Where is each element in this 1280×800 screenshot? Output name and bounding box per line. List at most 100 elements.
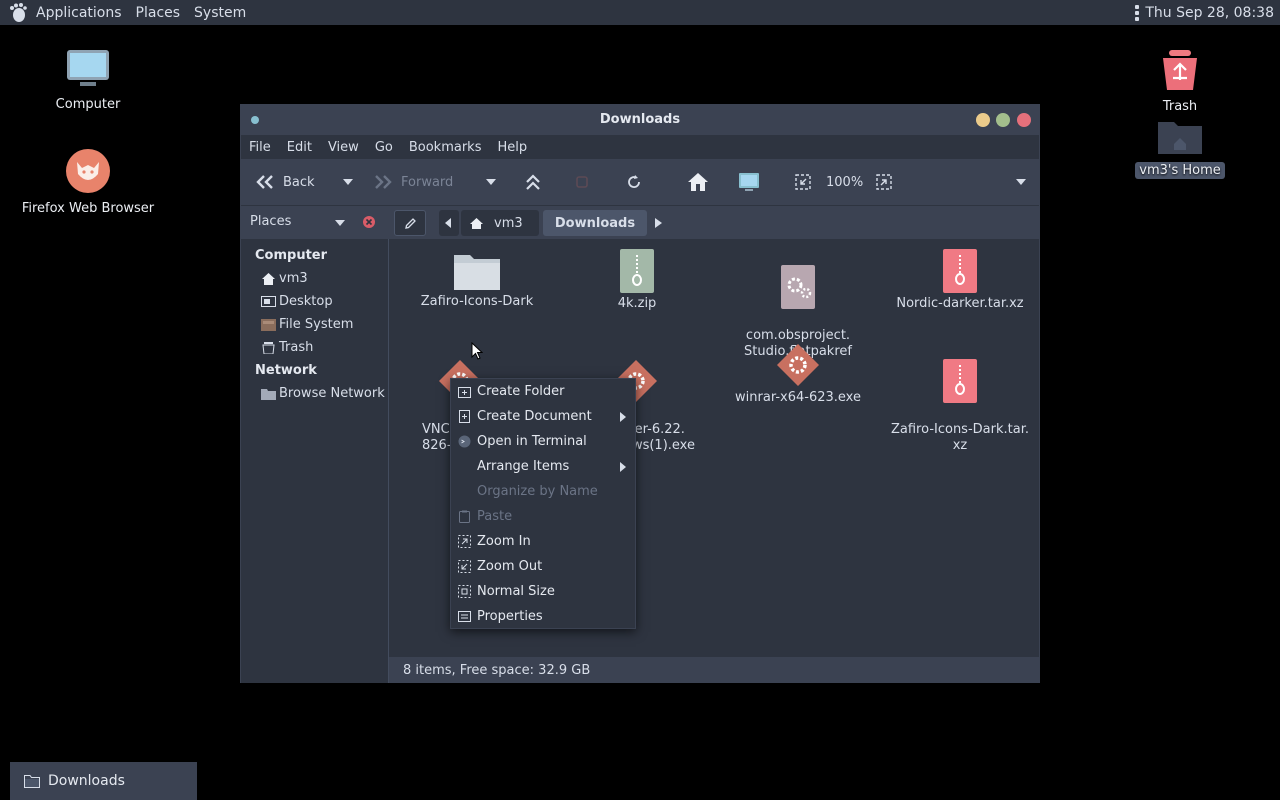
- close-button[interactable]: [1017, 113, 1031, 127]
- desktop-computer[interactable]: Computer: [13, 48, 163, 113]
- computer-button[interactable]: [738, 159, 760, 205]
- sidebar-item-trash[interactable]: Trash: [261, 340, 313, 355]
- sidebar-item-file-system[interactable]: File System: [261, 317, 353, 332]
- archive-file-icon: [943, 359, 977, 403]
- panel-handle-icon: [1135, 4, 1140, 21]
- menu-item-zoom-out[interactable]: Zoom Out: [451, 554, 635, 579]
- home-button[interactable]: [687, 159, 709, 205]
- menu-edit[interactable]: Edit: [279, 140, 320, 155]
- bottom-panel: Downloads: [0, 762, 1280, 800]
- places-selector-label: Places: [250, 214, 292, 229]
- places-menu[interactable]: Places: [129, 5, 188, 21]
- trash-icon: [1163, 50, 1197, 90]
- path-scroll-right[interactable]: [649, 210, 669, 236]
- path-downloads-label: Downloads: [554, 215, 636, 231]
- chevron-down-icon[interactable]: [334, 219, 346, 227]
- menu-item-normal-size[interactable]: Normal Size: [451, 579, 635, 604]
- path-button-downloads[interactable]: Downloads: [543, 210, 647, 236]
- paste-icon: [459, 510, 470, 523]
- clock[interactable]: Thu Sep 28, 08:38: [1145, 5, 1274, 21]
- back-icon: [256, 175, 273, 189]
- menu-item-create-document[interactable]: Create Document: [451, 404, 635, 429]
- drive-icon: [261, 318, 276, 331]
- taskbar-button-label: Downloads: [48, 773, 125, 789]
- zoom-out-icon: [458, 560, 471, 573]
- desktop-trash[interactable]: Trash: [1105, 48, 1255, 115]
- toolbar-overflow-button[interactable]: [1015, 159, 1027, 205]
- desktop-home-label: vm3's Home: [1135, 162, 1225, 179]
- minimize-button[interactable]: [976, 113, 990, 127]
- zoom-in-button[interactable]: [876, 159, 892, 205]
- file-item[interactable]: 4k.zip: [562, 249, 712, 312]
- submenu-arrow-icon: [620, 412, 626, 422]
- maximize-button[interactable]: [996, 113, 1010, 127]
- desktop-firefox[interactable]: Firefox Web Browser: [13, 148, 163, 217]
- menu-item-paste[interactable]: Paste: [451, 504, 635, 529]
- path-scroll-left[interactable]: [439, 210, 459, 236]
- desktop-trash-label: Trash: [1162, 99, 1198, 114]
- sidebar-item-vm3[interactable]: vm3: [261, 271, 308, 286]
- properties-icon: [458, 611, 471, 622]
- path-button-vm3[interactable]: vm3: [461, 210, 539, 236]
- menu-item-label: Paste: [477, 509, 513, 524]
- stop-button[interactable]: [575, 159, 589, 205]
- home-icon: [688, 173, 708, 191]
- desktop-icon: [261, 295, 276, 307]
- top-panel: Applications Places System Thu Sep 28, 0…: [0, 0, 1280, 25]
- sidebar-item-desktop[interactable]: Desktop: [261, 294, 333, 309]
- menu-item-label: Create Folder: [477, 384, 565, 399]
- terminal-icon: [458, 435, 471, 448]
- stop-icon: [576, 176, 588, 188]
- home-icon: [470, 217, 483, 229]
- menu-go[interactable]: Go: [367, 140, 401, 155]
- forward-history-dropdown[interactable]: [485, 159, 497, 205]
- menu-item-create-folder[interactable]: Create Folder: [451, 379, 635, 404]
- file-item[interactable]: Zafiro-Icons-Dark.tar. xz: [885, 343, 1035, 454]
- file-name: VNC 826-: [422, 422, 452, 453]
- back-history-dropdown[interactable]: [342, 159, 354, 205]
- system-menu[interactable]: System: [187, 5, 253, 21]
- taskbar-button-downloads[interactable]: Downloads: [10, 762, 197, 800]
- desktop-computer-label: Computer: [55, 97, 121, 112]
- up-button[interactable]: [525, 159, 541, 205]
- menu-item-organize-by-name[interactable]: Organize by Name: [451, 479, 635, 504]
- home-folder-icon: [1158, 122, 1202, 154]
- file-name: winrar-x64-623.exe: [735, 390, 861, 405]
- back-button[interactable]: Back: [255, 159, 315, 205]
- close-sidebar-icon[interactable]: [362, 215, 376, 229]
- zoom-out-button[interactable]: [795, 159, 811, 205]
- gear-file-icon: [781, 265, 815, 309]
- desktop-home[interactable]: vm3's Home: [1105, 116, 1255, 179]
- menu-bookmarks[interactable]: Bookmarks: [401, 140, 490, 155]
- archive-file-icon: [943, 249, 977, 293]
- back-label: Back: [283, 174, 315, 190]
- menu-item-label: Zoom In: [477, 534, 531, 549]
- computer-icon: [739, 173, 759, 191]
- zoom-level[interactable]: 100%: [826, 159, 863, 205]
- menu-item-zoom-in[interactable]: Zoom In: [451, 529, 635, 554]
- sidebar-header-network: Network: [255, 363, 317, 378]
- file-item[interactable]: Nordic-darker.tar.xz: [885, 249, 1035, 312]
- places-selector[interactable]: Places: [250, 214, 291, 229]
- menu-help[interactable]: Help: [489, 140, 535, 155]
- chevron-left-icon: [445, 218, 451, 228]
- gnome-foot-icon[interactable]: [6, 2, 28, 24]
- menu-view[interactable]: View: [320, 140, 367, 155]
- menu-item-label: Arrange Items: [477, 459, 570, 474]
- applications-menu[interactable]: Applications: [29, 5, 129, 21]
- reload-button[interactable]: [626, 159, 642, 205]
- file-item[interactable]: winrar-x64-623.exe: [723, 343, 873, 406]
- menu-item-properties[interactable]: Properties: [451, 604, 635, 629]
- submenu-arrow-icon: [620, 462, 626, 472]
- status-text: 8 items, Free space: 32.9 GB: [403, 663, 591, 678]
- folder-icon: [24, 774, 40, 788]
- menu-item-label: Zoom Out: [477, 559, 543, 574]
- forward-button[interactable]: Forward: [373, 159, 453, 205]
- titlebar[interactable]: Downloads: [241, 105, 1039, 135]
- menu-item-open-terminal[interactable]: Open in Terminal: [451, 429, 635, 454]
- menu-file[interactable]: File: [241, 140, 279, 155]
- edit-location-button[interactable]: [394, 210, 426, 236]
- pencil-icon: [405, 218, 416, 229]
- file-item[interactable]: Zafiro-Icons-Dark: [402, 251, 552, 310]
- menu-item-arrange-items[interactable]: Arrange Items: [451, 454, 635, 479]
